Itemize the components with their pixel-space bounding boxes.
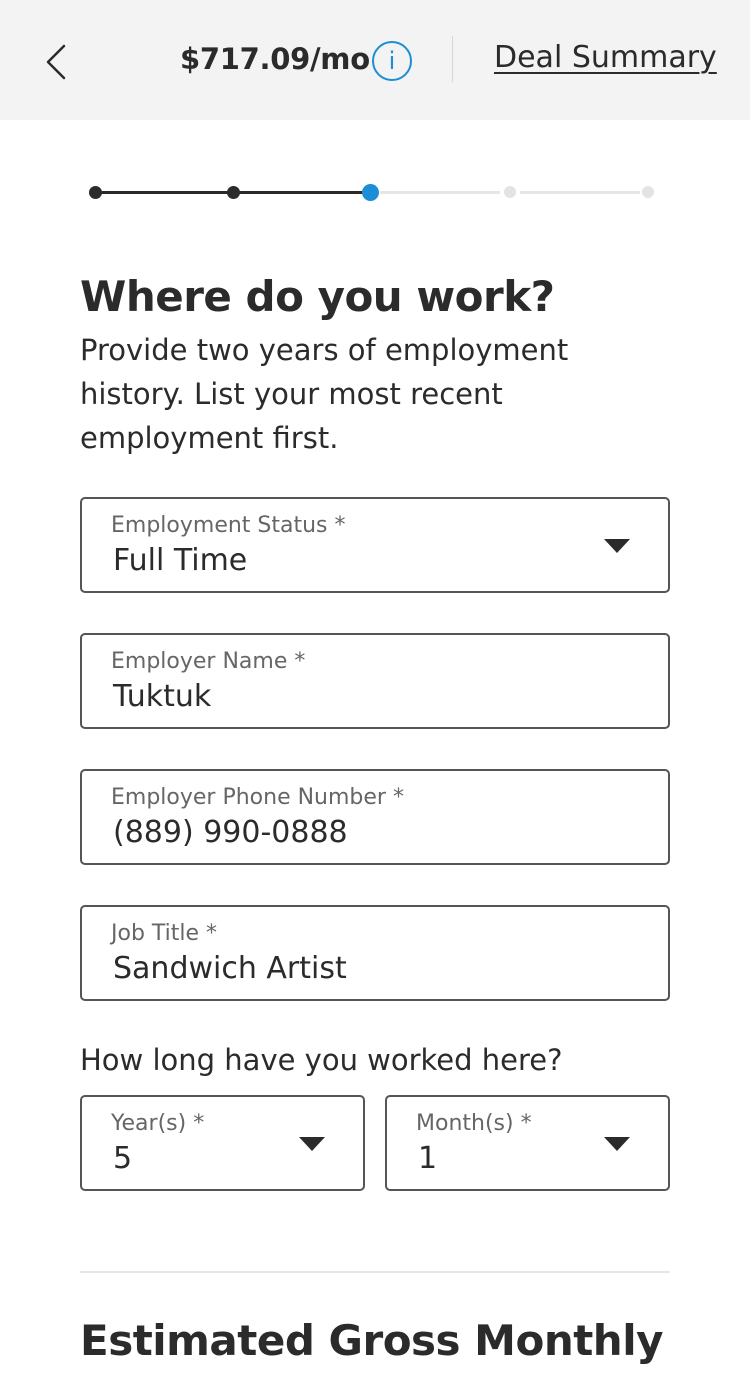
page-subtitle: Provide two years of employment history.… [80,333,569,455]
duration-question: How long have you worked here? [80,1043,563,1077]
top-bar: $717.09/mo i Deal Summary [0,0,750,120]
job-title-label: Job Title * [111,921,218,946]
caret-down-icon [299,1137,325,1151]
employer-phone-field[interactable]: Employer Phone Number * (889) 990-0888 [80,769,670,865]
years-value: 5 [113,1141,133,1176]
employer-phone-label: Employer Phone Number * [111,785,404,810]
caret-down-icon [604,1137,630,1151]
employer-name-field[interactable]: Employer Name * Tuktuk [80,633,670,729]
step-connector-3 [380,191,500,194]
caret-down-icon [604,539,630,553]
chevron-left-icon [46,44,66,80]
back-button[interactable] [40,40,76,84]
months-value: 1 [418,1141,438,1176]
step-connector-1 [95,191,233,194]
monthly-payment: $717.09/mo [180,42,370,76]
deal-summary-link[interactable]: Deal Summary [494,40,717,75]
info-icon-glyph: i [388,47,396,75]
income-section-title: Estimated Gross Monthly [80,1316,663,1365]
step-dot-1 [89,186,102,199]
years-label: Year(s) * [111,1111,205,1136]
step-dot-4 [504,186,516,198]
section-divider [80,1271,670,1273]
months-label: Month(s) * [416,1111,532,1136]
years-select[interactable]: Year(s) * 5 [80,1095,365,1191]
job-title-field[interactable]: Job Title * Sandwich Artist [80,905,670,1001]
progress-stepper [0,170,750,216]
employer-name-label: Employer Name * [111,649,306,674]
employment-status-label: Employment Status * [111,513,346,538]
info-icon[interactable]: i [372,41,412,81]
employer-name-value: Tuktuk [113,679,212,714]
step-connector-2 [233,191,371,194]
step-dot-5 [642,186,654,198]
months-select[interactable]: Month(s) * 1 [385,1095,670,1191]
header-divider [452,36,453,82]
employment-status-value: Full Time [113,543,248,578]
page-title: Where do you work? [80,272,555,321]
step-dot-2 [227,186,240,199]
job-title-value: Sandwich Artist [113,951,347,986]
employer-phone-value: (889) 990-0888 [113,815,348,850]
step-dot-3-current [362,184,379,201]
employment-status-select[interactable]: Employment Status * Full Time [80,497,670,593]
step-connector-4 [520,191,640,194]
